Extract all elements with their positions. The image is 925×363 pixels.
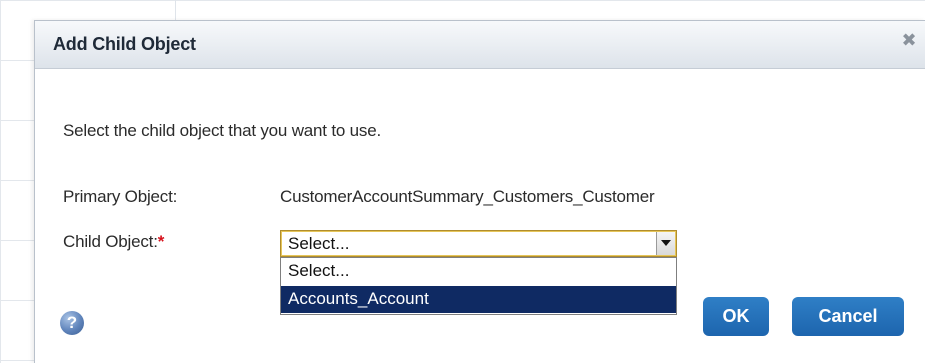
instruction-text: Select the child object that you want to…	[63, 121, 381, 140]
ok-button[interactable]: OK	[703, 297, 769, 336]
help-icon[interactable]: ?	[60, 311, 84, 335]
child-object-label: Child Object:*	[63, 232, 164, 252]
dropdown-option-accounts-account[interactable]: Accounts_Account	[281, 286, 676, 313]
dropdown-option-select[interactable]: Select...	[281, 258, 676, 285]
child-object-select-value: Select...	[288, 234, 350, 253]
cancel-button[interactable]: Cancel	[792, 297, 904, 336]
primary-object-value: CustomerAccountSummary_Customers_Custome…	[280, 187, 655, 206]
primary-object-label: Primary Object:	[63, 187, 178, 206]
required-marker: *	[157, 232, 165, 251]
chevron-down-icon[interactable]	[656, 232, 675, 255]
child-object-select[interactable]: Select...	[280, 230, 677, 257]
background-divider	[175, 0, 176, 20]
dialog-titlebar: Add Child Object ✖	[35, 21, 925, 69]
child-object-dropdown-list: Select... Accounts_Account	[280, 257, 677, 315]
child-object-label-text: Child Object:	[63, 232, 158, 251]
dialog-title: Add Child Object	[53, 34, 196, 54]
add-child-object-dialog: Add Child Object ✖ Select the child obje…	[34, 20, 925, 363]
close-icon[interactable]: ✖	[899, 30, 919, 50]
